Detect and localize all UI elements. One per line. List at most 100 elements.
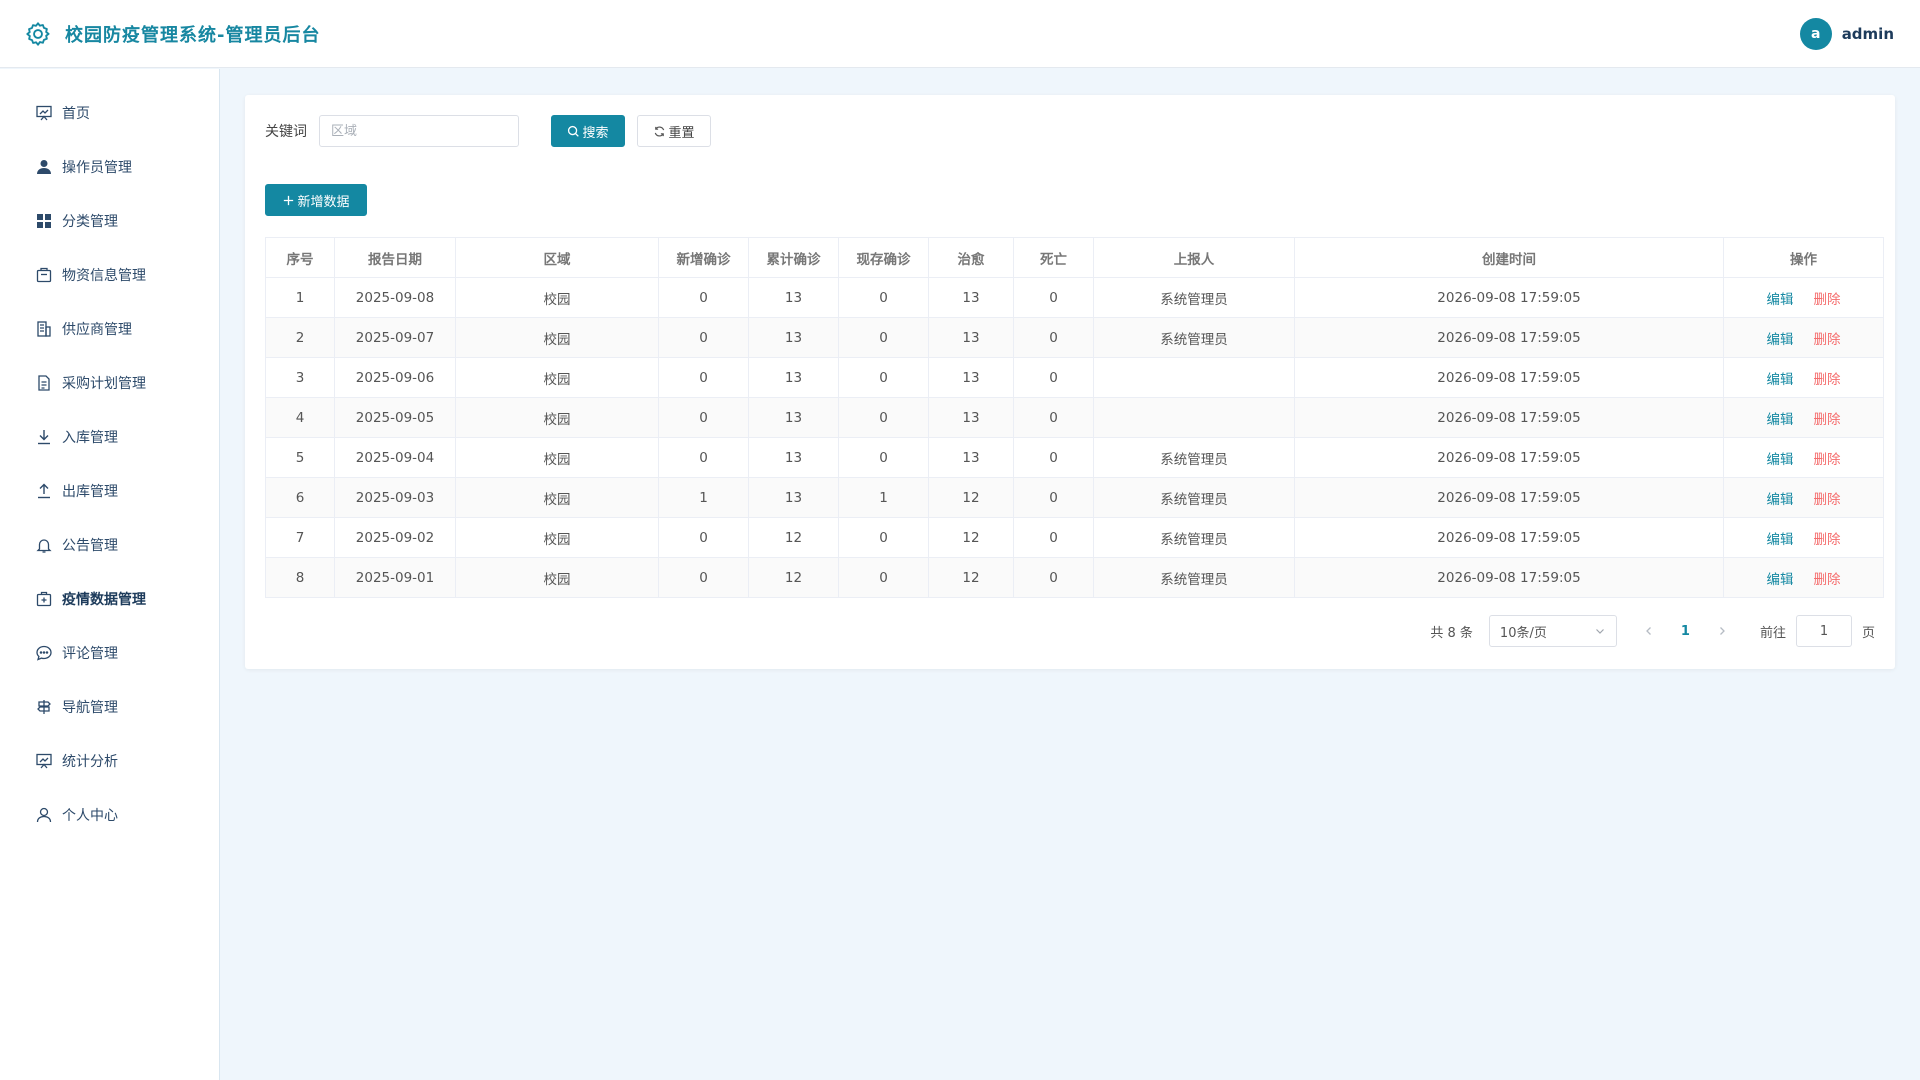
edit-link[interactable]: 编辑 xyxy=(1767,492,1794,508)
chevron-left-icon xyxy=(1646,627,1651,635)
delete-link[interactable]: 删除 xyxy=(1814,492,1841,508)
column-header: 上报人 xyxy=(1093,237,1295,278)
delete-link[interactable]: 删除 xyxy=(1814,412,1841,428)
row-actions: 编辑 删除 xyxy=(1723,317,1884,358)
delete-link[interactable]: 删除 xyxy=(1814,372,1841,388)
search-icon xyxy=(568,125,580,137)
add-data-button[interactable]: 新增数据 xyxy=(265,184,367,216)
table-cell: 13 xyxy=(928,357,1014,398)
column-header: 新增确诊 xyxy=(658,237,749,278)
sidebar-item-profile[interactable]: 个人中心 xyxy=(0,788,219,842)
reset-button-label: 重置 xyxy=(668,125,695,141)
reset-button[interactable]: 重置 xyxy=(637,115,711,147)
table-cell: 校园 xyxy=(455,277,659,318)
table-cell: 0 xyxy=(1013,517,1094,558)
table-cell: 0 xyxy=(658,317,749,358)
avatar[interactable]: a xyxy=(1799,17,1832,50)
table-cell: 2026-09-08 17:59:05 xyxy=(1294,517,1724,558)
table-cell: 0 xyxy=(658,277,749,318)
table-cell: 2026-09-08 17:59:05 xyxy=(1294,317,1724,358)
sidebar-item-categories[interactable]: 分类管理 xyxy=(0,194,219,248)
table-cell: 2025-09-03 xyxy=(334,477,456,518)
sidebar-item-label: 操作员管理 xyxy=(62,160,132,176)
edit-link[interactable]: 编辑 xyxy=(1767,372,1794,388)
column-header: 报告日期 xyxy=(334,237,456,278)
sidebar-item-inbound[interactable]: 入库管理 xyxy=(0,410,219,464)
edit-link[interactable]: 编辑 xyxy=(1767,332,1794,348)
table-cell: 2026-09-08 17:59:05 xyxy=(1294,437,1724,478)
page-number-current[interactable]: 1 xyxy=(1681,624,1690,639)
table-cell: 0 xyxy=(658,517,749,558)
goto-label: 前往 xyxy=(1759,625,1786,641)
sidebar-item-home[interactable]: 首页 xyxy=(0,86,219,140)
table-cell: 0 xyxy=(1013,477,1094,518)
table-cell: 校园 xyxy=(455,437,659,478)
edit-link[interactable]: 编辑 xyxy=(1767,452,1794,468)
table-cell: 0 xyxy=(838,397,929,438)
sidebar-item-label: 统计分析 xyxy=(62,754,118,770)
sidebar-item-epidemic-data[interactable]: 疫情数据管理 xyxy=(0,572,219,626)
delete-link[interactable]: 删除 xyxy=(1814,332,1841,348)
table-row: 2 2025-09-07 校园 0 13 0 13 0 系统管理员 2026-09-08 17:5… xyxy=(265,317,1884,358)
sidebar-item-comments[interactable]: 评论管理 xyxy=(0,626,219,680)
sidebar-item-outbound[interactable]: 出库管理 xyxy=(0,464,219,518)
table-row: 8 2025-09-01 校园 0 12 0 12 0 系统管理员 2026-09-08 17:5… xyxy=(265,557,1884,598)
delete-link[interactable]: 删除 xyxy=(1814,292,1841,308)
table-cell: 3 xyxy=(265,357,335,398)
table-cell: 1 xyxy=(838,477,929,518)
sidebar-item-statistics[interactable]: 统计分析 xyxy=(0,734,219,788)
medical-box-icon xyxy=(36,591,52,607)
edit-link[interactable]: 编辑 xyxy=(1767,572,1794,588)
table-cell: 12 xyxy=(928,477,1014,518)
refresh-icon xyxy=(655,125,665,137)
search-button[interactable]: 搜索 xyxy=(551,115,625,147)
column-header: 累计确诊 xyxy=(748,237,839,278)
sidebar-item-label: 分类管理 xyxy=(62,214,118,230)
search-button-label: 搜索 xyxy=(582,125,609,141)
total-count: 共 8 条 xyxy=(1430,625,1473,641)
edit-link[interactable]: 编辑 xyxy=(1767,292,1794,308)
table-cell: 2026-09-08 17:59:05 xyxy=(1294,277,1724,318)
next-page-button[interactable] xyxy=(1712,621,1732,641)
delete-link[interactable]: 删除 xyxy=(1814,532,1841,548)
sidebar-item-purchase-plans[interactable]: 采购计划管理 xyxy=(0,356,219,410)
app-title: 校园防疫管理系统-管理员后台 xyxy=(65,24,321,46)
table-cell: 系统管理员 xyxy=(1093,317,1295,358)
edit-link[interactable]: 编辑 xyxy=(1767,532,1794,548)
sidebar-item-navigation[interactable]: 导航管理 xyxy=(0,680,219,734)
username[interactable]: admin xyxy=(1842,25,1894,43)
goto-page-input[interactable] xyxy=(1795,615,1852,647)
delete-link[interactable]: 删除 xyxy=(1814,572,1841,588)
page-size-select[interactable]: 10条/页 xyxy=(1488,615,1617,647)
sidebar-item-materials[interactable]: 物资信息管理 xyxy=(0,248,219,302)
sidebar-item-operators[interactable]: 操作员管理 xyxy=(0,140,219,194)
edit-link[interactable]: 编辑 xyxy=(1767,412,1794,428)
table-cell: 0 xyxy=(838,277,929,318)
prev-page-button[interactable] xyxy=(1639,621,1659,641)
table-cell: 0 xyxy=(838,317,929,358)
search-bar: 关键词 搜索 重置 xyxy=(265,115,711,147)
row-actions: 编辑 删除 xyxy=(1723,397,1884,438)
table-cell: 2025-09-02 xyxy=(334,517,456,558)
table-cell: 13 xyxy=(928,317,1014,358)
table-cell: 0 xyxy=(1013,397,1094,438)
column-header: 序号 xyxy=(265,237,335,278)
table-cell: 12 xyxy=(928,557,1014,598)
row-actions: 编辑 删除 xyxy=(1723,477,1884,518)
table-row: 7 2025-09-02 校园 0 12 0 12 0 系统管理员 2026-09-08 17:5… xyxy=(265,517,1884,558)
table-cell: 13 xyxy=(748,477,839,518)
row-actions: 编辑 删除 xyxy=(1723,357,1884,398)
user-menu[interactable]: a admin xyxy=(1799,17,1894,50)
delete-link[interactable]: 删除 xyxy=(1814,452,1841,468)
table-cell: 2025-09-05 xyxy=(334,397,456,438)
data-table: 序号 报告日期 区域 新增确诊 累计确诊 现存确诊 治愈 死亡 上报人 创建时间 操作 1 2025-… xyxy=(265,237,1884,598)
keyword-input[interactable] xyxy=(319,115,519,147)
sidebar-item-suppliers[interactable]: 供应商管理 xyxy=(0,302,219,356)
table-cell: 12 xyxy=(748,557,839,598)
upload-icon xyxy=(38,483,50,499)
page-suffix: 页 xyxy=(1861,625,1875,641)
sidebar-item-notices[interactable]: 公告管理 xyxy=(0,518,219,572)
column-header: 区域 xyxy=(455,237,659,278)
chevron-right-icon xyxy=(1720,627,1725,635)
table-cell xyxy=(1093,357,1295,398)
